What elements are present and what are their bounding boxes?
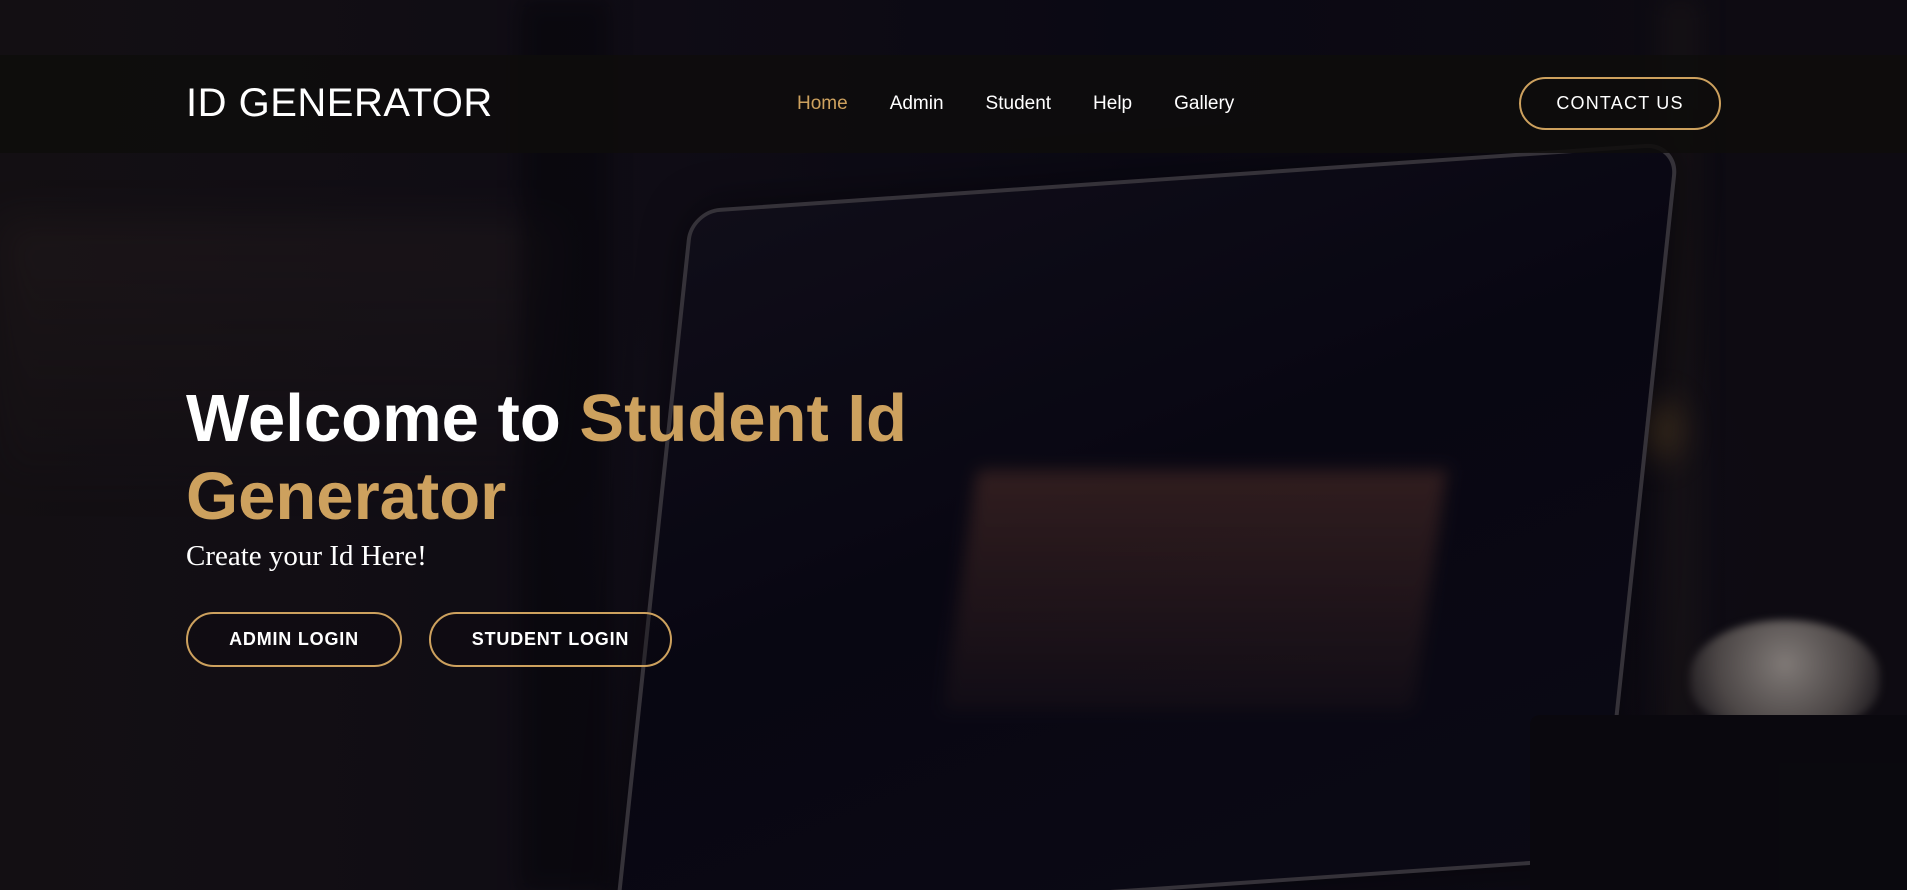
student-login-button[interactable]: STUDENT LOGIN: [429, 612, 672, 667]
navbar: ID GENERATOR Home Admin Student Help Gal…: [0, 55, 1907, 153]
nav-link-gallery[interactable]: Gallery: [1174, 93, 1234, 115]
nav-link-help[interactable]: Help: [1093, 93, 1132, 115]
contact-us-button[interactable]: CONTACT US: [1519, 77, 1721, 130]
hero-title: Welcome to Student Id Generator: [186, 380, 986, 536]
hero-buttons: ADMIN LOGIN STUDENT LOGIN: [186, 612, 986, 667]
nav-link-student[interactable]: Student: [986, 93, 1052, 115]
hero-subtitle: Create your Id Here!: [186, 540, 427, 572]
hero-section: Welcome to Student Id Generator Create y…: [186, 380, 986, 667]
nav-link-admin[interactable]: Admin: [890, 93, 944, 115]
admin-login-button[interactable]: ADMIN LOGIN: [186, 612, 402, 667]
nav-link-home[interactable]: Home: [797, 93, 848, 115]
nav-menu: Home Admin Student Help Gallery: [797, 93, 1234, 115]
brand-logo[interactable]: ID GENERATOR: [186, 81, 493, 126]
hero-title-prefix: Welcome to: [186, 381, 580, 456]
